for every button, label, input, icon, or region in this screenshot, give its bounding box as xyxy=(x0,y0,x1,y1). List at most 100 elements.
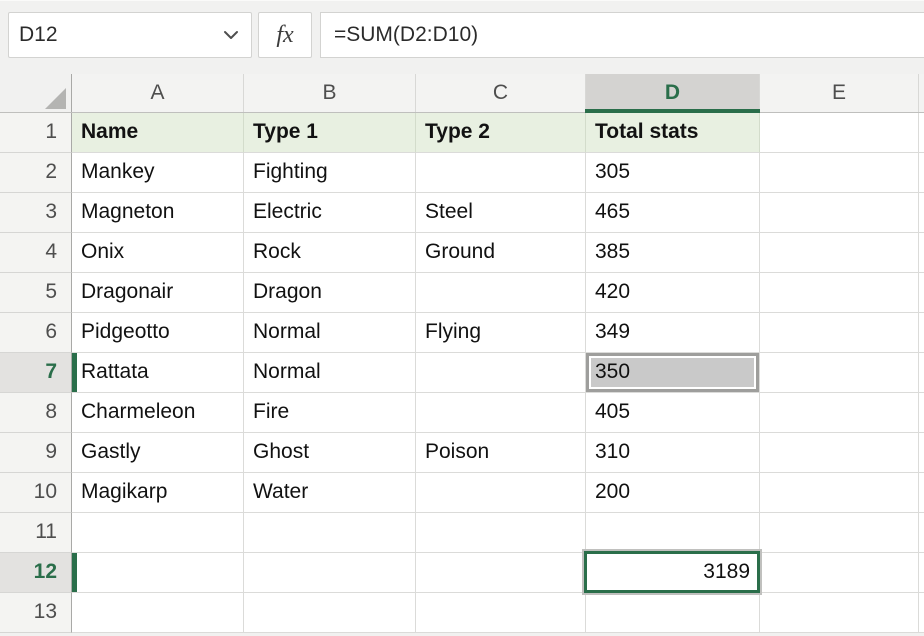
cell-C6[interactable]: Flying xyxy=(416,313,586,353)
cell-A12[interactable] xyxy=(72,553,244,593)
cell-E9[interactable] xyxy=(760,433,919,473)
cell-C13[interactable] xyxy=(416,593,586,633)
column-header-c[interactable]: C xyxy=(416,74,586,112)
cell-D11[interactable] xyxy=(586,513,760,553)
cell-C1[interactable]: Type 2 xyxy=(416,113,586,153)
row-header-10[interactable]: 10 xyxy=(0,473,72,513)
name-box[interactable]: D12 xyxy=(8,12,252,58)
cell-partial-7 xyxy=(919,353,924,393)
cell-B1[interactable]: Type 1 xyxy=(244,113,416,153)
row-header-2[interactable]: 2 xyxy=(0,153,72,193)
cell-C12[interactable] xyxy=(416,553,586,593)
cell-A5[interactable]: Dragonair xyxy=(72,273,244,313)
cell-E12[interactable] xyxy=(760,553,919,593)
cell-C2[interactable] xyxy=(416,153,586,193)
row-header-3[interactable]: 3 xyxy=(0,193,72,233)
cell-C3[interactable]: Steel xyxy=(416,193,586,233)
cell-A7[interactable]: Rattata xyxy=(72,353,244,393)
cell-B10[interactable]: Water xyxy=(244,473,416,513)
cell-D1[interactable]: Total stats xyxy=(586,113,760,153)
select-all-corner[interactable] xyxy=(0,74,72,112)
cell-D2[interactable]: 305 xyxy=(586,153,760,193)
column-header-d[interactable]: D xyxy=(586,74,760,112)
cell-B8[interactable]: Fire xyxy=(244,393,416,433)
cell-E2[interactable] xyxy=(760,153,919,193)
sheet-row-4: 4OnixRockGround385 xyxy=(0,233,924,273)
row-header-1[interactable]: 1 xyxy=(0,113,72,153)
row-header-7[interactable]: 7 xyxy=(0,353,72,393)
cell-C9[interactable]: Poison xyxy=(416,433,586,473)
cell-partial-8 xyxy=(919,393,924,433)
row-header-12[interactable]: 12 xyxy=(0,553,72,593)
column-header-a[interactable]: A xyxy=(72,74,244,112)
row-header-9[interactable]: 9 xyxy=(0,433,72,473)
cell-E7[interactable] xyxy=(760,353,919,393)
cell-D8[interactable]: 405 xyxy=(586,393,760,433)
cell-B9[interactable]: Ghost xyxy=(244,433,416,473)
row-header-11[interactable]: 11 xyxy=(0,513,72,553)
cell-A3[interactable]: Magneton xyxy=(72,193,244,233)
cell-B3[interactable]: Electric xyxy=(244,193,416,233)
cell-A10[interactable]: Magikarp xyxy=(72,473,244,513)
cell-D13[interactable] xyxy=(586,593,760,633)
cell-E6[interactable] xyxy=(760,313,919,353)
formula-input[interactable]: =SUM(D2:D10) xyxy=(320,12,924,58)
cell-partial-3 xyxy=(919,193,924,233)
cell-D4[interactable]: 385 xyxy=(586,233,760,273)
cell-A8[interactable]: Charmeleon xyxy=(72,393,244,433)
cell-B12[interactable] xyxy=(244,553,416,593)
column-header-b[interactable]: B xyxy=(244,74,416,112)
cell-B4[interactable]: Rock xyxy=(244,233,416,273)
cell-D10[interactable]: 200 xyxy=(586,473,760,513)
cell-A1[interactable]: Name xyxy=(72,113,244,153)
row-header-5[interactable]: 5 xyxy=(0,273,72,313)
sheet-row-13: 13 xyxy=(0,593,924,633)
cell-E10[interactable] xyxy=(760,473,919,513)
name-box-value: D12 xyxy=(19,23,58,47)
cell-E11[interactable] xyxy=(760,513,919,553)
insert-function-button[interactable]: fx xyxy=(258,12,312,58)
row-header-13[interactable]: 13 xyxy=(0,593,72,633)
cell-D7[interactable]: 350 xyxy=(586,353,760,393)
chevron-down-icon[interactable] xyxy=(223,30,239,40)
cell-partial-11 xyxy=(919,513,924,553)
cell-E13[interactable] xyxy=(760,593,919,633)
cell-E1[interactable] xyxy=(760,113,919,153)
cell-C5[interactable] xyxy=(416,273,586,313)
row-header-8[interactable]: 8 xyxy=(0,393,72,433)
cell-E4[interactable] xyxy=(760,233,919,273)
cell-A2[interactable]: Mankey xyxy=(72,153,244,193)
row-header-6[interactable]: 6 xyxy=(0,313,72,353)
cell-B2[interactable]: Fighting xyxy=(244,153,416,193)
cell-B7[interactable]: Normal xyxy=(244,353,416,393)
row-header-4[interactable]: 4 xyxy=(0,233,72,273)
cell-B5[interactable]: Dragon xyxy=(244,273,416,313)
cell-C7[interactable] xyxy=(416,353,586,393)
cell-A11[interactable] xyxy=(72,513,244,553)
cell-E5[interactable] xyxy=(760,273,919,313)
column-header-row: ABCDE xyxy=(0,74,924,113)
formula-toolbar: D12 fx =SUM(D2:D10) xyxy=(0,0,924,59)
cell-A4[interactable]: Onix xyxy=(72,233,244,273)
cell-D3[interactable]: 465 xyxy=(586,193,760,233)
cell-C10[interactable] xyxy=(416,473,586,513)
column-header-e[interactable]: E xyxy=(760,74,919,112)
cell-A13[interactable] xyxy=(72,593,244,633)
cell-C11[interactable] xyxy=(416,513,586,553)
cell-B6[interactable]: Normal xyxy=(244,313,416,353)
selected-row-indicator xyxy=(72,353,77,392)
cell-C8[interactable] xyxy=(416,393,586,433)
cell-D5[interactable]: 420 xyxy=(586,273,760,313)
cell-B13[interactable] xyxy=(244,593,416,633)
cell-E3[interactable] xyxy=(760,193,919,233)
cell-A6[interactable]: Pidgeotto xyxy=(72,313,244,353)
column-header-partial xyxy=(919,74,924,112)
cell-A9[interactable]: Gastly xyxy=(72,433,244,473)
cell-E8[interactable] xyxy=(760,393,919,433)
cell-D9[interactable]: 310 xyxy=(586,433,760,473)
cell-B11[interactable] xyxy=(244,513,416,553)
cell-D6[interactable]: 349 xyxy=(586,313,760,353)
active-cell-border xyxy=(584,551,760,593)
cell-D12[interactable]: 3189 xyxy=(586,553,760,593)
cell-C4[interactable]: Ground xyxy=(416,233,586,273)
